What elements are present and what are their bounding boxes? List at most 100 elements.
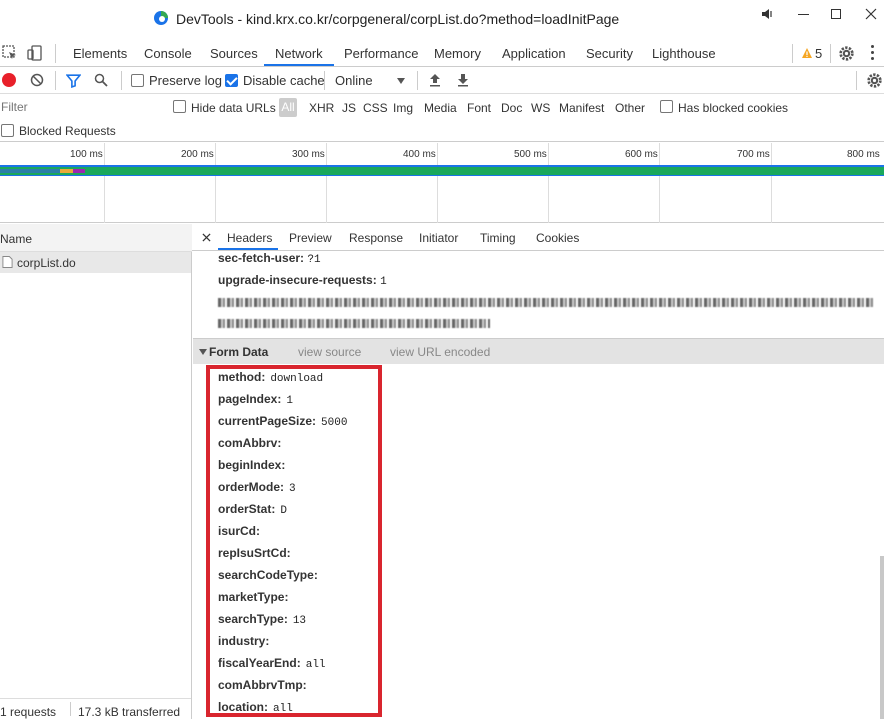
redacted-header-line [218, 296, 874, 310]
timeline-tick: 500 ms [514, 149, 547, 160]
inspect-element-icon[interactable] [2, 45, 18, 61]
tab-memory[interactable]: Memory [434, 46, 481, 61]
filter-type-img[interactable]: Img [393, 101, 413, 115]
toolbar-divider [55, 71, 56, 90]
close-window-button[interactable] [861, 4, 881, 24]
timeline-tick: 800 ms [847, 149, 880, 160]
tab-initiator[interactable]: Initiator [419, 231, 458, 245]
has-blocked-cookies-checkbox[interactable] [660, 100, 673, 113]
import-har-icon[interactable] [429, 73, 441, 87]
filter-type-xhr[interactable]: XHR [309, 101, 334, 115]
triangle-down-icon[interactable] [199, 349, 207, 355]
timeline-tick: 200 ms [181, 149, 214, 160]
name-header-label: Name [0, 232, 33, 246]
request-row[interactable]: corpList.do [0, 252, 191, 273]
highlight-annotation-box [206, 365, 382, 717]
timeline-request-bar-connect [73, 169, 85, 173]
tab-security[interactable]: Security [586, 46, 633, 61]
filter-type-manifest[interactable]: Manifest [559, 101, 604, 115]
warning-icon[interactable] [801, 47, 813, 59]
header-key: upgrade-insecure-requests: [218, 273, 377, 287]
timeline-request-bar-waiting [0, 169, 60, 173]
audio-icon[interactable] [758, 4, 778, 24]
tab-application[interactable]: Application [502, 46, 566, 61]
blocked-requests-checkbox[interactable] [1, 124, 14, 137]
hide-data-urls-checkbox[interactable] [173, 100, 186, 113]
timeline-request-bar-ssl [60, 169, 73, 173]
device-toolbar-icon[interactable] [27, 45, 43, 61]
record-button[interactable] [2, 73, 16, 87]
toolbar-divider [830, 44, 831, 63]
minimize-button[interactable] [793, 4, 813, 24]
devtools-logo-icon [154, 11, 168, 25]
title-bar: DevTools - kind.krx.co.kr/corpgeneral/co… [0, 0, 884, 40]
more-options-icon[interactable] [871, 45, 875, 61]
view-source-link[interactable]: view source [298, 345, 361, 359]
document-icon [2, 256, 13, 268]
timeline-tick: 700 ms [737, 149, 770, 160]
toolbar-divider [417, 71, 418, 90]
tab-timing[interactable]: Timing [480, 231, 516, 245]
form-data-section-header[interactable]: Form Data view source view URL encoded [193, 338, 884, 364]
filter-type-media[interactable]: Media [424, 101, 457, 115]
tab-console[interactable]: Console [144, 46, 192, 61]
tab-cookies[interactable]: Cookies [536, 231, 579, 245]
filter-type-font[interactable]: Font [467, 101, 491, 115]
tab-lighthouse[interactable]: Lighthouse [652, 46, 716, 61]
filter-type-doc[interactable]: Doc [501, 101, 522, 115]
clear-icon[interactable] [30, 73, 44, 87]
filter-type-css[interactable]: CSS [363, 101, 388, 115]
timeline-gridline [326, 143, 327, 223]
status-divider [70, 702, 71, 716]
header-key: sec-fetch-user: [218, 251, 305, 265]
tab-preview[interactable]: Preview [289, 231, 332, 245]
timeline-gridline [437, 143, 438, 223]
tab-performance[interactable]: Performance [344, 46, 418, 61]
tab-response[interactable]: Response [349, 231, 403, 245]
filter-type-ws[interactable]: WS [531, 101, 550, 115]
preserve-log-checkbox[interactable] [131, 74, 144, 87]
filter-input[interactable] [0, 97, 160, 117]
throttling-select[interactable]: Online [335, 73, 373, 88]
window-title: DevTools - kind.krx.co.kr/corpgeneral/co… [176, 11, 620, 27]
filter-type-other[interactable]: Other [615, 101, 645, 115]
timeline-gridline [548, 143, 549, 223]
maximize-button[interactable] [826, 4, 846, 24]
search-icon[interactable] [94, 73, 108, 87]
active-detail-tab-indicator [218, 248, 278, 250]
export-har-icon[interactable] [457, 73, 469, 87]
redacted-header-line [218, 317, 490, 331]
header-row: sec-fetch-user: ?1 [218, 251, 321, 266]
blocked-requests-label: Blocked Requests [19, 124, 116, 138]
blocked-requests-bar: Blocked Requests [0, 120, 884, 142]
tab-headers[interactable]: Headers [227, 231, 272, 245]
has-blocked-cookies-label: Has blocked cookies [678, 101, 789, 115]
toolbar-divider [55, 44, 56, 63]
disable-cache-checkbox[interactable] [225, 74, 238, 87]
tab-sources[interactable]: Sources [210, 46, 258, 61]
filter-type-all[interactable]: All [279, 98, 297, 117]
status-bar: 1 requests 17.3 kB transferred [0, 698, 191, 719]
view-url-encoded-link[interactable]: view URL encoded [390, 345, 490, 359]
tab-network[interactable]: Network [275, 46, 323, 61]
scrollbar[interactable] [880, 556, 884, 719]
main-tabbar: Elements Console Sources Network Perform… [0, 40, 884, 67]
close-detail-icon[interactable] [202, 233, 211, 242]
timeline-gridline [771, 143, 772, 223]
chevron-down-icon[interactable] [397, 78, 405, 84]
warning-count[interactable]: 5 [815, 46, 822, 61]
timeline-tick: 100 ms [70, 149, 103, 160]
filter-type-js[interactable]: JS [342, 101, 356, 115]
timeline-selection-line [0, 175, 884, 176]
filter-icon[interactable] [66, 73, 81, 88]
timeline-request-bar [0, 167, 884, 175]
name-column-header[interactable]: Name [0, 224, 192, 252]
toolbar-divider [856, 71, 857, 90]
tab-elements[interactable]: Elements [73, 46, 127, 61]
request-name: corpList.do [17, 256, 76, 270]
network-settings-gear-icon[interactable] [866, 72, 883, 89]
preserve-log-label: Preserve log [149, 73, 222, 88]
form-data-title: Form Data [209, 345, 269, 359]
hide-data-urls-label: Hide data URLs [191, 101, 276, 115]
settings-gear-icon[interactable] [838, 45, 855, 62]
